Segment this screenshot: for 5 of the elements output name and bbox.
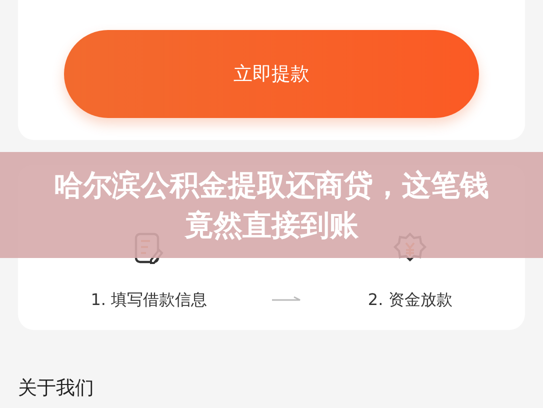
step-label: 2. 资金放款 [368,289,452,311]
banner-title: 哈尔滨公积金提取还商贷，这笔钱竟然直接到账 [53,167,490,244]
section-title: 关于我们 [18,376,95,401]
withdraw-button[interactable]: 立即提款 [64,30,479,118]
step-label: 1. 填写借款信息 [90,289,208,311]
